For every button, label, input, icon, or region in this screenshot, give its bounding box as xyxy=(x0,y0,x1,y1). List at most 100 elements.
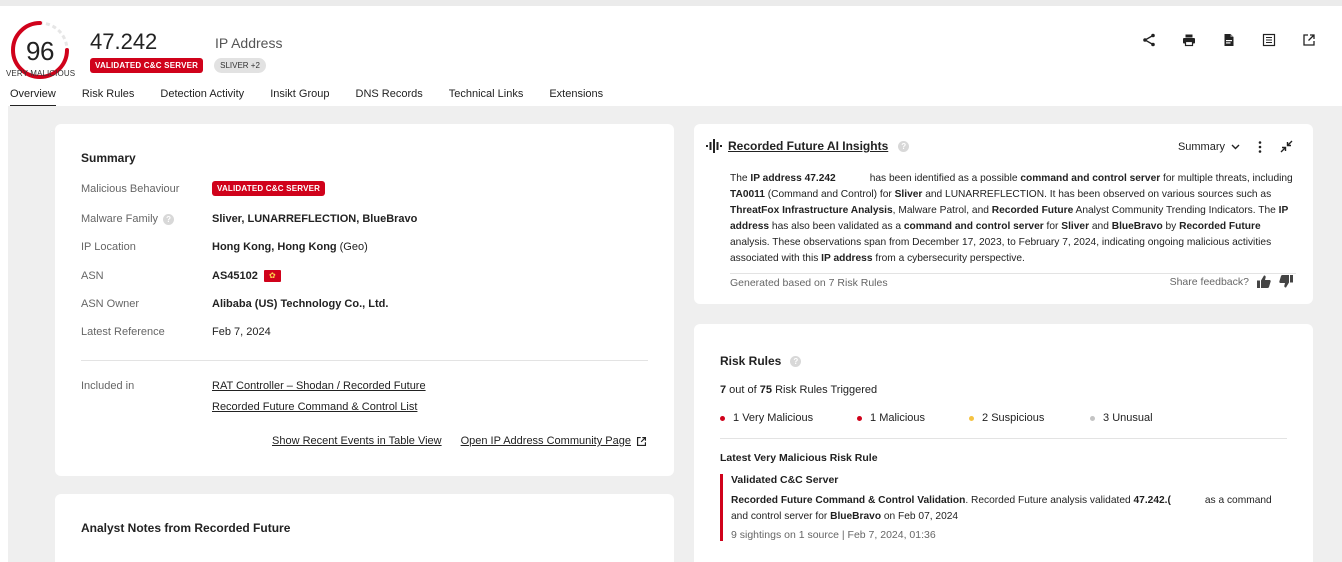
included-list-link[interactable]: Recorded Future Command & Control List xyxy=(212,401,426,413)
ai-text-segment: Recorded Future xyxy=(991,205,1074,216)
row-label: IP Location xyxy=(81,241,136,253)
hong-kong-flag-icon: ✿ xyxy=(263,270,281,282)
ai-text-segment: command and control server xyxy=(903,221,1044,232)
ai-text-segment: BlueBravo xyxy=(1111,221,1163,232)
ai-text-segment: and LUNARREFLECTION. It has been observe… xyxy=(922,189,1275,200)
external-link-icon[interactable] xyxy=(636,436,647,447)
entity-name: 47.242 xyxy=(90,29,158,54)
asn-value[interactable]: AS45102 xyxy=(212,270,258,282)
summary-dropdown[interactable]: Summary xyxy=(1178,141,1240,153)
asn-owner-value: Alibaba (US) Technology Co., Ltd. xyxy=(212,298,389,310)
legend-suspicious[interactable]: 2 Suspicious xyxy=(969,412,1090,424)
print-icon[interactable] xyxy=(1182,33,1196,47)
risk-score: 96 xyxy=(26,36,54,66)
ip-location-value: Hong Kong, Hong Kong xyxy=(212,241,337,253)
ai-text-segment: Sliver xyxy=(894,189,923,200)
row-label: Malicious Behaviour xyxy=(81,182,180,195)
list-view-icon[interactable] xyxy=(1262,33,1276,47)
tab-risk-rules[interactable]: Risk Rules xyxy=(82,88,135,107)
summary-row-latest-reference: Latest Reference Feb 7, 2024 xyxy=(81,326,271,338)
thumbs-down-icon[interactable] xyxy=(1279,275,1293,288)
ai-text-segment: for xyxy=(1043,221,1062,232)
tab-dns-records[interactable]: DNS Records xyxy=(356,88,423,107)
tab-technical-links[interactable]: Technical Links xyxy=(449,88,524,107)
ai-text-segment: IP address 47.242 xyxy=(750,173,836,184)
legend-unusual[interactable]: 3 Unusual xyxy=(1090,412,1153,424)
row-label: Included in xyxy=(81,380,135,392)
ai-text-segment: Analyst Community Trending Indicators. T… xyxy=(1073,205,1279,216)
generated-note: Generated based on 7 Risk Rules xyxy=(730,277,888,289)
ai-text-segment: for multiple threats, including xyxy=(1160,173,1296,184)
entity-header: 96 VERY MALICIOUS 47.242 IP Address VALI… xyxy=(0,6,1342,107)
rule-sightings: 9 sightings on 1 source | Feb 7, 2024, 0… xyxy=(731,529,936,541)
legend-very-malicious[interactable]: 1 Very Malicious xyxy=(720,412,857,424)
collapse-icon[interactable] xyxy=(1280,140,1293,153)
ai-text-segment: Sliver xyxy=(1061,221,1090,232)
entity-type: IP Address xyxy=(215,35,283,51)
more-vertical-icon[interactable] xyxy=(1258,140,1262,153)
ai-text-segment: by xyxy=(1162,221,1180,232)
header-actions xyxy=(1142,33,1316,47)
tab-detection-activity[interactable]: Detection Activity xyxy=(160,88,244,107)
row-label: Latest Reference xyxy=(81,326,165,338)
ai-text-segment: (Command and Control) for xyxy=(764,189,895,200)
malicious-behaviour-badge[interactable]: VALIDATED C&C SERVER xyxy=(212,181,326,196)
help-icon[interactable]: ? xyxy=(790,355,802,367)
included-list-link[interactable]: RAT Controller – Shodan / Recorded Futur… xyxy=(212,380,426,392)
external-link-icon[interactable] xyxy=(1302,33,1316,47)
pdf-icon[interactable] xyxy=(1222,33,1236,47)
help-icon[interactable]: ? xyxy=(163,213,175,225)
risk-divider xyxy=(720,438,1287,439)
open-community-page-link[interactable]: Open IP Address Community Page xyxy=(461,435,631,447)
risk-legend: 1 Very Malicious 1 Malicious 2 Suspiciou… xyxy=(720,412,1153,424)
summary-row-malware-family: Malware Family? Sliver, LUNARREFLECTION,… xyxy=(81,213,417,225)
analyst-notes-card: Analyst Notes from Recorded Future xyxy=(55,494,674,562)
summary-card: Summary Malicious Behaviour VALIDATED C&… xyxy=(55,124,674,476)
malware-tag-badge[interactable]: SLIVER +2 xyxy=(214,58,266,73)
main-content: Summary Malicious Behaviour VALIDATED C&… xyxy=(8,106,1342,562)
help-icon[interactable]: ? xyxy=(898,140,910,152)
rule-name: Validated C&C Server xyxy=(731,474,839,486)
row-label: ASN Owner xyxy=(81,298,140,310)
ai-text-segment: IP address xyxy=(821,253,873,264)
tab-extensions[interactable]: Extensions xyxy=(549,88,603,107)
ai-text-segment: ThreatFox Infrastructure Analysis xyxy=(730,205,893,216)
validated-cc-badge[interactable]: VALIDATED C&C SERVER xyxy=(90,58,204,73)
risk-rules-card: Risk Rules ? 7 out of 75 Risk Rules Trig… xyxy=(694,324,1313,562)
ai-insights-text: The IP address 47.242 has been identifie… xyxy=(730,171,1300,267)
show-recent-events-link[interactable]: Show Recent Events in Table View xyxy=(272,435,442,447)
thumbs-up-icon[interactable] xyxy=(1257,275,1271,288)
ai-waveform-icon xyxy=(706,139,722,153)
summary-title: Summary xyxy=(81,151,136,165)
share-icon[interactable] xyxy=(1142,33,1156,47)
summary-row-included-in: Included in RAT Controller – Shodan / Re… xyxy=(81,380,426,413)
ai-text-segment: has also been validated as a xyxy=(769,221,904,232)
summary-divider xyxy=(81,360,648,361)
summary-row-ip-location: IP Location Hong Kong, Hong Kong (Geo) xyxy=(81,241,368,253)
tab-overview[interactable]: Overview xyxy=(10,88,56,107)
ai-text-segment: from a cybersecurity perspective. xyxy=(872,253,1025,264)
ai-text-segment: and xyxy=(1089,221,1112,232)
geo-suffix: (Geo) xyxy=(339,241,368,253)
rule-description: Recorded Future Command & Control Valida… xyxy=(731,495,1275,522)
latest-rule-box: Validated C&C Server Recorded Future Com… xyxy=(720,474,1300,541)
summary-row-asn: ASN AS45102 ✿ xyxy=(81,270,281,282)
risk-rules-title: Risk Rules xyxy=(720,354,782,368)
summary-row-asn-owner: ASN Owner Alibaba (US) Technology Co., L… xyxy=(81,298,388,310)
row-label: Malware Family xyxy=(81,213,159,225)
ai-text-segment: , Malware Patrol, and xyxy=(892,205,992,216)
ai-insights-title[interactable]: Recorded Future AI Insights xyxy=(728,139,888,153)
ai-text-segment: Recorded Future xyxy=(1179,221,1261,232)
tab-insikt-group[interactable]: Insikt Group xyxy=(270,88,329,107)
chevron-down-icon xyxy=(1231,144,1240,149)
latest-rule-heading: Latest Very Malicious Risk Rule xyxy=(720,452,878,464)
risk-rules-triggered: 7 out of 75 Risk Rules Triggered xyxy=(720,384,878,396)
legend-malicious[interactable]: 1 Malicious xyxy=(857,412,969,424)
summary-row-malicious-behaviour: Malicious Behaviour VALIDATED C&C SERVER xyxy=(81,181,326,196)
latest-reference-value: Feb 7, 2024 xyxy=(212,326,271,338)
analyst-notes-title: Analyst Notes from Recorded Future xyxy=(81,521,291,535)
risk-level-label: VERY MALICIOUS xyxy=(6,69,76,78)
ai-text-segment: The xyxy=(730,173,751,184)
ai-text-segment: command and control server xyxy=(1020,173,1161,184)
ai-text-segment: TA0011 xyxy=(730,189,765,200)
